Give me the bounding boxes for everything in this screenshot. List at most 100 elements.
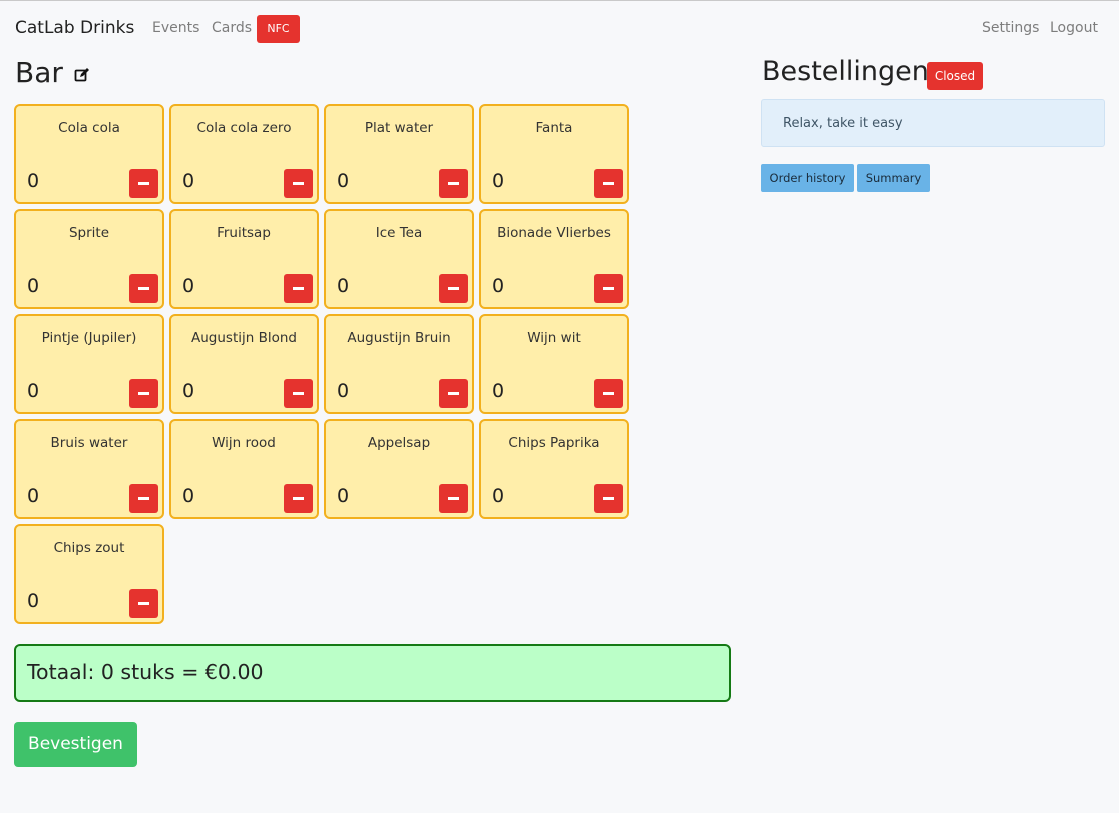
total-box: Totaal: 0 stuks = €0.00	[14, 644, 731, 702]
nav-events-link[interactable]: Events	[152, 20, 199, 36]
product-card[interactable]: Bruis water 0	[14, 419, 164, 519]
decrease-button[interactable]	[129, 169, 158, 198]
product-count: 0	[337, 380, 350, 402]
minus-icon	[293, 287, 304, 290]
product-card[interactable]: Chips zout 0	[14, 524, 164, 624]
decrease-button[interactable]	[284, 169, 313, 198]
minus-icon	[448, 287, 459, 290]
product-card[interactable]: Augustijn Bruin 0	[324, 314, 474, 414]
minus-icon	[603, 497, 614, 500]
product-card[interactable]: Cola cola 0	[14, 104, 164, 204]
product-name: Bionade Vlierbes	[497, 225, 611, 241]
decrease-button[interactable]	[439, 169, 468, 198]
decrease-button[interactable]	[129, 274, 158, 303]
product-count: 0	[182, 275, 195, 297]
nav-logout-link[interactable]: Logout	[1050, 20, 1098, 36]
decrease-button[interactable]	[594, 274, 623, 303]
product-count: 0	[492, 485, 505, 507]
minus-icon	[448, 182, 459, 185]
product-card[interactable]: Wijn rood 0	[169, 419, 319, 519]
product-name: Fanta	[535, 120, 573, 136]
product-count: 0	[27, 380, 40, 402]
product-count: 0	[492, 275, 505, 297]
product-name: Fruitsap	[217, 225, 271, 241]
product-count: 0	[27, 485, 40, 507]
decrease-button[interactable]	[594, 484, 623, 513]
decrease-button[interactable]	[284, 274, 313, 303]
product-name: Cola cola	[58, 120, 120, 136]
product-card[interactable]: Pintje (Jupiler) 0	[14, 314, 164, 414]
product-card[interactable]: Cola cola zero 0	[169, 104, 319, 204]
product-name: Appelsap	[367, 435, 431, 451]
info-message-box: Relax, take it easy	[761, 99, 1105, 147]
product-card[interactable]: Wijn wit 0	[479, 314, 629, 414]
decrease-button[interactable]	[439, 484, 468, 513]
minus-icon	[293, 182, 304, 185]
decrease-button[interactable]	[439, 379, 468, 408]
decrease-button[interactable]	[594, 169, 623, 198]
product-name: Pintje (Jupiler)	[41, 330, 137, 346]
product-card[interactable]: Sprite 0	[14, 209, 164, 309]
summary-button[interactable]: Summary	[857, 164, 930, 192]
product-count: 0	[27, 590, 40, 612]
product-card[interactable]: Bionade Vlierbes 0	[479, 209, 629, 309]
product-name: Wijn rood	[212, 435, 276, 451]
product-count: 0	[182, 485, 195, 507]
product-count: 0	[182, 170, 195, 192]
decrease-button[interactable]	[129, 379, 158, 408]
product-card[interactable]: Chips Paprika 0	[479, 419, 629, 519]
total-text: Totaal: 0 stuks = €0.00	[27, 660, 264, 684]
product-name: Augustijn Blond	[191, 330, 297, 346]
product-card[interactable]: Ice Tea 0	[324, 209, 474, 309]
info-message: Relax, take it easy	[783, 116, 903, 131]
product-count: 0	[27, 275, 40, 297]
page-title: Bar	[15, 56, 63, 89]
minus-icon	[138, 287, 149, 290]
product-count: 0	[337, 170, 350, 192]
minus-icon	[293, 392, 304, 395]
product-name: Plat water	[364, 120, 434, 136]
decrease-button[interactable]	[594, 379, 623, 408]
product-card[interactable]: Appelsap 0	[324, 419, 474, 519]
product-count: 0	[337, 485, 350, 507]
decrease-button[interactable]	[284, 379, 313, 408]
minus-icon	[603, 287, 614, 290]
minus-icon	[603, 392, 614, 395]
orders-title: Bestellingen	[762, 56, 929, 87]
decrease-button[interactable]	[129, 589, 158, 618]
product-grid: Cola cola 0 Cola cola zero 0 Plat water 0 Fant…	[14, 104, 634, 624]
decrease-button[interactable]	[284, 484, 313, 513]
minus-icon	[138, 602, 149, 605]
product-name: Bruis water	[50, 435, 128, 451]
navbar: CatLab Drinks Events Cards NFC Settings …	[0, 1, 1119, 57]
minus-icon	[138, 392, 149, 395]
product-card[interactable]: Fanta 0	[479, 104, 629, 204]
product-card[interactable]: Augustijn Blond 0	[169, 314, 319, 414]
product-count: 0	[337, 275, 350, 297]
minus-icon	[603, 182, 614, 185]
decrease-button[interactable]	[439, 274, 468, 303]
minus-icon	[448, 497, 459, 500]
product-count: 0	[492, 170, 505, 192]
product-card[interactable]: Fruitsap 0	[169, 209, 319, 309]
confirm-button[interactable]: Bevestigen	[14, 722, 137, 767]
product-name: Ice Tea	[375, 225, 423, 241]
status-badge: Closed	[927, 62, 983, 90]
product-count: 0	[182, 380, 195, 402]
product-name: Wijn wit	[527, 330, 581, 346]
brand-link[interactable]: CatLab Drinks	[15, 18, 134, 38]
decrease-button[interactable]	[129, 484, 158, 513]
product-name: Sprite	[68, 225, 110, 241]
order-history-button[interactable]: Order history	[761, 164, 854, 192]
nfc-button[interactable]: NFC	[257, 15, 300, 43]
edit-icon[interactable]	[74, 67, 90, 83]
nav-settings-link[interactable]: Settings	[982, 20, 1039, 36]
minus-icon	[138, 497, 149, 500]
product-name: Chips zout	[53, 540, 125, 556]
product-name: Chips Paprika	[508, 435, 600, 451]
minus-icon	[448, 392, 459, 395]
product-card[interactable]: Plat water 0	[324, 104, 474, 204]
nav-cards-link[interactable]: Cards	[212, 20, 252, 36]
product-name: Augustijn Bruin	[347, 330, 451, 346]
minus-icon	[293, 497, 304, 500]
